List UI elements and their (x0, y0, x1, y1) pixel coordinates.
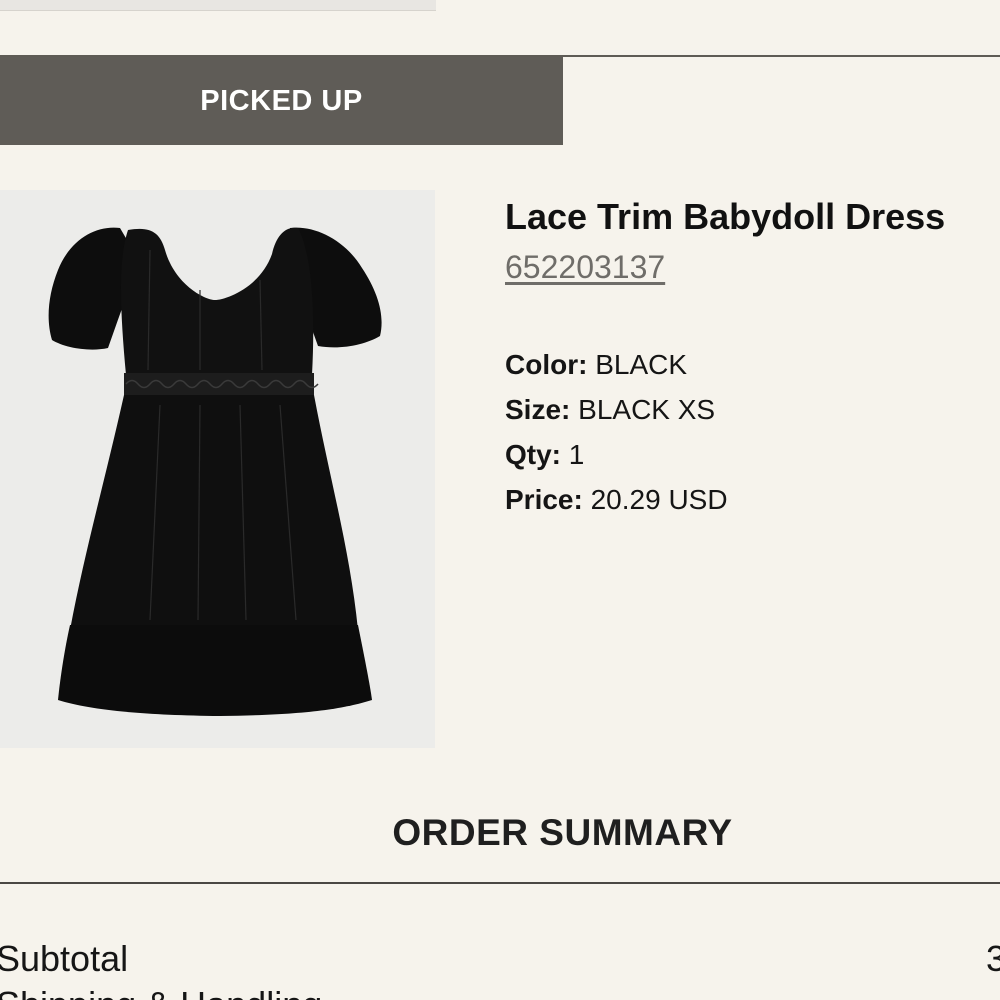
product-attributes: Color: BLACK Size: BLACK XS Qty: 1 Price… (505, 342, 1000, 522)
order-details-page: PICKED UP Lace Trim Babydoll Dress 65220… (0, 0, 1000, 1000)
color-value: BLACK (595, 349, 688, 380)
dress-photo-icon (0, 190, 435, 748)
product-sku-link[interactable]: 652203137 (505, 249, 665, 286)
attribute-qty: Qty: 1 (505, 432, 1000, 477)
attribute-size: Size: BLACK XS (505, 387, 1000, 432)
attribute-color: Color: BLACK (505, 342, 1000, 387)
qty-value: 1 (568, 439, 585, 470)
product-name: Lace Trim Babydoll Dress (505, 196, 946, 237)
summary-divider (0, 882, 1000, 884)
color-label: Color: (505, 349, 588, 380)
price-value: 20.29 USD (590, 484, 728, 515)
subtotal-label: Subtotal (0, 938, 129, 979)
shipping-label: Shipping & Handling (0, 984, 322, 1000)
order-summary-heading: ORDER SUMMARY (392, 812, 733, 853)
status-banner: PICKED UP (0, 57, 563, 145)
size-value: BLACK XS (578, 394, 716, 425)
qty-label: Qty: (505, 439, 561, 470)
status-label: PICKED UP (200, 84, 363, 117)
summary-row-shipping: Shipping & Handling 0. (0, 984, 1000, 1000)
subtotal-value: 30. (985, 938, 1000, 979)
summary-row-subtotal: Subtotal 30. (0, 938, 1000, 980)
size-label: Size: (505, 394, 571, 425)
price-label: Price: (505, 484, 583, 515)
product-image[interactable] (0, 190, 435, 748)
attribute-price: Price: 20.29 USD (505, 477, 1000, 522)
previous-product-image (0, 0, 436, 11)
product-info: Lace Trim Babydoll Dress 652203137 Color… (505, 195, 1000, 522)
